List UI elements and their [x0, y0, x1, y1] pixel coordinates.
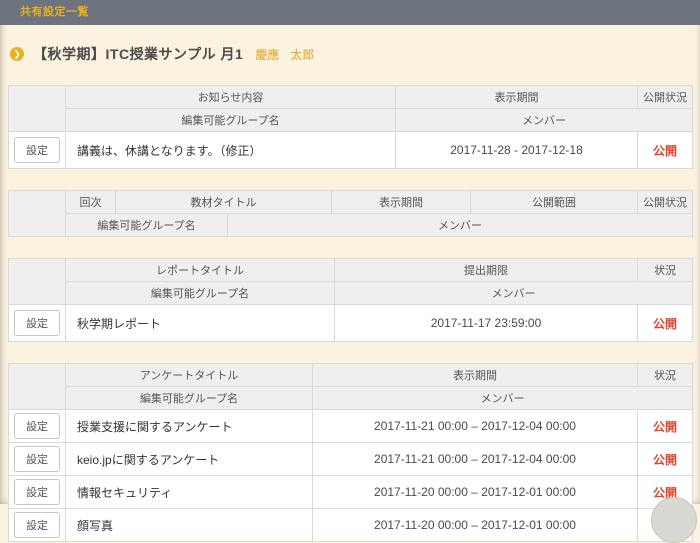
instructor-links: 慶應 太郎 — [255, 46, 314, 63]
survey-row: 設定 顔写真 2017-11-20 00:00 – 2017-12-01 00:… — [9, 509, 693, 542]
session-header: 回次 — [66, 191, 116, 214]
status-header: 状況 — [638, 259, 693, 282]
empty-header-cell — [9, 191, 66, 237]
page: 共有設定一覧 ❯ 【秋学期】ITC授業サンプル 月1 慶應 太郎 お知らせ内容 … — [0, 0, 700, 504]
settings-button-cell: 設定 — [9, 305, 66, 342]
empty-header-cell — [9, 364, 66, 410]
display-period-header: 表示期間 — [313, 364, 638, 387]
report-row: 設定 秋学期レポート 2017-11-17 23:59:00 公開 — [9, 305, 693, 342]
report-title-cell: 秋学期レポート — [66, 305, 335, 342]
status-badge: 公開 — [653, 453, 677, 467]
announcement-header-row-1: お知らせ内容 表示期間 公開状況 — [9, 86, 693, 109]
status-cell: 公開 — [638, 132, 693, 169]
publish-scope-header: 公開範囲 — [471, 191, 638, 214]
editable-group-header: 編集可能グループ名 — [66, 109, 396, 132]
survey-title-header: アンケートタイトル — [66, 364, 313, 387]
survey-header-row-1: アンケートタイトル 表示期間 状況 — [9, 364, 693, 387]
status-badge: 公開 — [653, 420, 677, 434]
editable-group-header: 編集可能グループ名 — [66, 387, 313, 410]
report-deadline-cell: 2017-11-17 23:59:00 — [335, 305, 638, 342]
survey-title-cell: 顔写真 — [66, 509, 313, 542]
member-header: メンバー — [228, 214, 693, 237]
settings-button[interactable]: 設定 — [14, 137, 60, 163]
report-table: レポートタイトル 提出期限 状況 編集可能グループ名 メンバー 設定 秋学期レポ… — [8, 258, 693, 342]
material-table: 回次 教材タイトル 表示期間 公開範囲 公開状況 編集可能グループ名 メンバー — [8, 190, 693, 237]
settings-button-cell: 設定 — [9, 132, 66, 169]
survey-title-cell: 授業支援に関するアンケート — [66, 410, 313, 443]
page-title: 【秋学期】ITC授業サンプル 月1 — [33, 44, 243, 64]
survey-period-cell: 2017-11-21 00:00 – 2017-12-04 00:00 — [313, 443, 638, 476]
announcement-table: お知らせ内容 表示期間 公開状況 編集可能グループ名 メンバー 設定 講義は、休… — [8, 85, 693, 169]
material-header-row-1: 回次 教材タイトル 表示期間 公開範囲 公開状況 — [9, 191, 693, 214]
publish-status-header: 公開状況 — [638, 86, 693, 109]
course-header: ❯ 【秋学期】ITC授業サンプル 月1 慶應 太郎 — [0, 25, 700, 66]
member-header: メンバー — [313, 387, 693, 410]
survey-period-cell: 2017-11-21 00:00 – 2017-12-04 00:00 — [313, 410, 638, 443]
announcement-row: 設定 講義は、休講となります。（修正） 2017-11-28 - 2017-12… — [9, 132, 693, 169]
shared-settings-nav-item[interactable]: 共有設定一覧 — [20, 6, 89, 18]
announcement-content-header: お知らせ内容 — [66, 86, 396, 109]
survey-row: 設定 授業支援に関するアンケート 2017-11-21 00:00 – 2017… — [9, 410, 693, 443]
status-cell: 公開 — [638, 305, 693, 342]
settings-button[interactable]: 設定 — [14, 446, 60, 472]
status-cell: 公開 — [638, 443, 693, 476]
survey-period-cell: 2017-11-20 00:00 – 2017-12-01 00:00 — [313, 509, 638, 542]
survey-table: アンケートタイトル 表示期間 状況 編集可能グループ名 メンバー 設定 授業支援… — [8, 363, 693, 542]
top-bar: 共有設定一覧 — [0, 0, 700, 25]
material-title-header: 教材タイトル — [116, 191, 332, 214]
settings-button-cell: 設定 — [9, 509, 66, 542]
report-header-row-1: レポートタイトル 提出期限 状況 — [9, 259, 693, 282]
status-cell: 公開 — [638, 410, 693, 443]
status-badge: 公開 — [653, 317, 677, 331]
publish-status-header: 公開状況 — [638, 191, 693, 214]
deadline-header: 提出期限 — [335, 259, 638, 282]
survey-title-cell: keio.jpに関するアンケート — [66, 443, 313, 476]
settings-button-cell: 設定 — [9, 443, 66, 476]
display-period-header: 表示期間 — [332, 191, 471, 214]
status-header: 状況 — [638, 364, 693, 387]
display-period-header: 表示期間 — [396, 86, 638, 109]
settings-button[interactable]: 設定 — [14, 512, 60, 538]
settings-button[interactable]: 設定 — [14, 479, 60, 505]
material-header-row-2: 編集可能グループ名 メンバー — [9, 214, 693, 237]
settings-button[interactable]: 設定 — [14, 310, 60, 336]
announcement-header-row-2: 編集可能グループ名 メンバー — [9, 109, 693, 132]
announcement-title-cell: 講義は、休講となります。（修正） — [66, 132, 396, 169]
status-badge: 公開 — [653, 144, 677, 158]
empty-header-cell — [9, 86, 66, 132]
empty-header-cell — [9, 259, 66, 305]
editable-group-header: 編集可能グループ名 — [66, 214, 228, 237]
member-header: メンバー — [396, 109, 693, 132]
survey-header-row-2: 編集可能グループ名 メンバー — [9, 387, 693, 410]
settings-button[interactable]: 設定 — [14, 413, 60, 439]
announcement-period-cell: 2017-11-28 - 2017-12-18 — [396, 132, 638, 169]
report-header-row-2: 編集可能グループ名 メンバー — [9, 282, 693, 305]
chevron-right-icon: ❯ — [10, 47, 24, 61]
settings-button-cell: 設定 — [9, 410, 66, 443]
instructor-given-name-link[interactable]: 太郎 — [290, 46, 314, 63]
survey-row: 設定 keio.jpに関するアンケート 2017-11-21 00:00 – 2… — [9, 443, 693, 476]
instructor-family-name-link[interactable]: 慶應 — [255, 46, 279, 63]
report-title-header: レポートタイトル — [66, 259, 335, 282]
member-header: メンバー — [335, 282, 693, 305]
editable-group-header: 編集可能グループ名 — [66, 282, 335, 305]
